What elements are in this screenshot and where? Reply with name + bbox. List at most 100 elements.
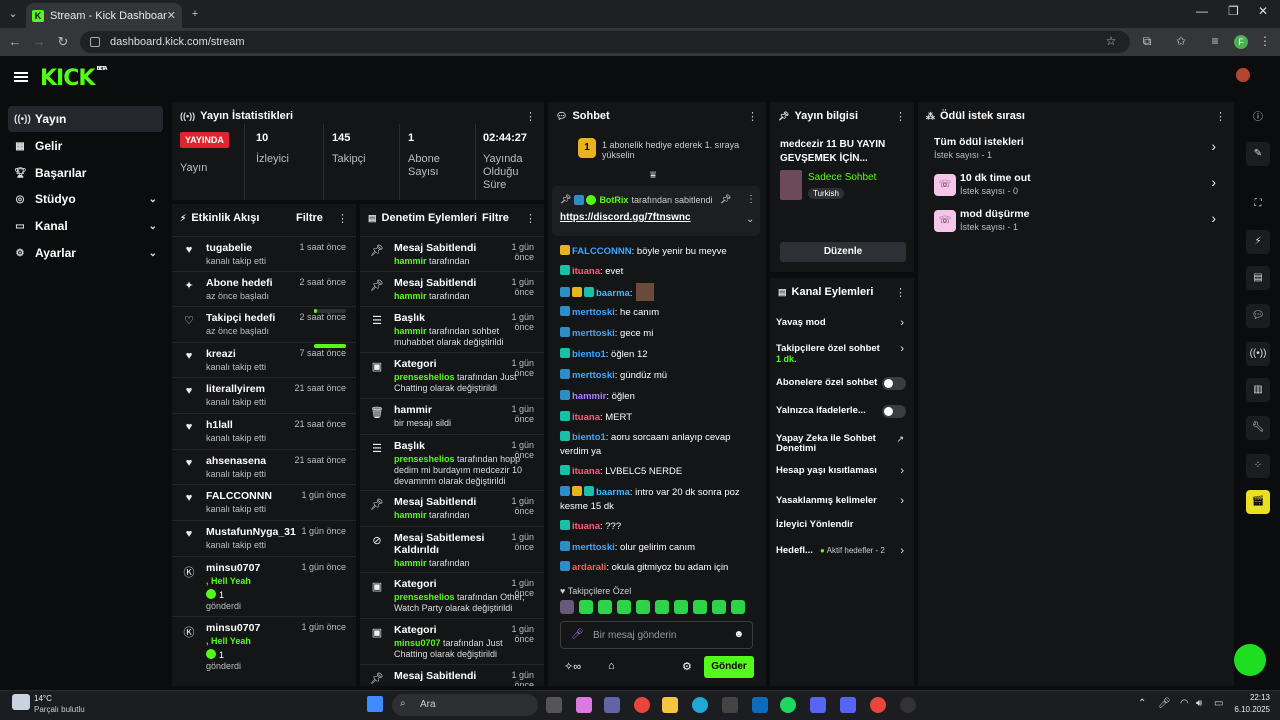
- chat-message[interactable]: baarma: intro var 20 dk sonra poz kesme …: [560, 486, 750, 514]
- emote-icon[interactable]: [712, 600, 726, 614]
- broadcast-icon[interactable]: ((•)): [1246, 342, 1270, 366]
- layout-icon[interactable]: ▥: [1246, 378, 1270, 402]
- chat-message[interactable]: ardarali: okula gitmiyoz bu adam için: [560, 561, 750, 575]
- chrome-icon[interactable]: [634, 697, 650, 713]
- sidebar-item-yayin[interactable]: ((•)) Yayın: [8, 106, 163, 132]
- obs-icon[interactable]: [900, 697, 916, 713]
- bolt-icon[interactable]: ⚡︎: [1246, 230, 1270, 254]
- filter-button[interactable]: Filtre: [482, 212, 509, 224]
- new-tab-icon[interactable]: +: [186, 6, 204, 22]
- floating-action-button[interactable]: [1234, 644, 1266, 676]
- emote-icon[interactable]: [617, 600, 631, 614]
- bookmark-star-icon[interactable]: ☆: [1102, 34, 1120, 48]
- more-options-icon[interactable]: ⋮: [337, 212, 348, 225]
- sidebar-item-ayarlar[interactable]: ⚙ Ayarlar ⌄: [8, 240, 163, 266]
- more-options-icon[interactable]: ⋮: [895, 110, 906, 123]
- clapper-icon[interactable]: 🎬︎: [1246, 490, 1270, 514]
- channel-action-item[interactable]: İzleyici Yönlendir: [770, 520, 914, 544]
- sidebar-item-basarilar[interactable]: 🏆︎ Başarılar: [8, 160, 163, 186]
- document-icon[interactable]: ▤: [1246, 266, 1270, 290]
- more-options-icon[interactable]: ⋮: [1215, 110, 1226, 123]
- forward-icon[interactable]: →: [30, 34, 48, 49]
- sidebar-item-kanal[interactable]: ▭ Kanal ⌄: [8, 213, 163, 239]
- emote-icon[interactable]: [693, 600, 707, 614]
- chat-message[interactable]: biento1: aoru sorcaanı anlayıp cevap ver…: [560, 431, 750, 459]
- toggle-switch[interactable]: [882, 377, 906, 390]
- volume-icon[interactable]: 🔊︎: [1196, 698, 1202, 709]
- reload-icon[interactable]: ↻: [54, 34, 72, 50]
- moderation-item[interactable]: 📌︎ Mesaj Sabitlendi 1 gün önce hammir taraf…: [360, 490, 544, 526]
- activity-item[interactable]: ♥ literallyirem 21 saat önce kanalı takip e…: [172, 377, 356, 413]
- moderation-item[interactable]: 📌︎ Mesaj Sabitlendi 1 gün önce hammir taraf…: [360, 271, 544, 306]
- microphone-icon[interactable]: 🎤︎: [571, 629, 584, 640]
- start-icon[interactable]: [367, 696, 383, 712]
- emote-icon[interactable]: [731, 600, 745, 614]
- emote-icon[interactable]: [655, 600, 669, 614]
- more-options-icon[interactable]: ⋮: [747, 110, 758, 123]
- minimize-icon[interactable]: —: [1196, 4, 1208, 18]
- moderation-item[interactable]: 🗑︎ hammir 1 gün önce bir mesajı sildi: [360, 398, 544, 434]
- hamburger-menu-icon[interactable]: [14, 72, 28, 82]
- moderation-item[interactable]: ☰ Başlık 1 gün önce prenseshelios tarafında…: [360, 434, 544, 490]
- site-info-icon[interactable]: [90, 37, 100, 47]
- kick-logo[interactable]: KICK BETA: [40, 66, 108, 91]
- moderation-item[interactable]: 📌︎ Mesaj Sabitlendi 1 gün önce: [360, 664, 544, 686]
- channel-action-item[interactable]: Hesap yaşı kısıtlaması ›: [770, 465, 914, 490]
- browser-tab[interactable]: K Stream - Kick Dashboard ✕: [26, 3, 182, 28]
- chat-message[interactable]: baarma:: [560, 283, 750, 301]
- moderation-item[interactable]: ⊘ Mesaj Sabitlemesi Kaldırıldı 1 gün önce h…: [360, 526, 544, 572]
- more-options-icon[interactable]: ⋮: [525, 212, 536, 225]
- spotify-icon[interactable]: [780, 697, 796, 713]
- activity-item[interactable]: ✦ Abone hedefi 2 saat önce az önce başladı: [172, 271, 356, 313]
- bits-icon[interactable]: ✧∞: [564, 660, 581, 673]
- favorites-icon[interactable]: ✩: [1172, 34, 1190, 48]
- microphone-icon[interactable]: 🎤︎: [1158, 698, 1171, 709]
- browser-menu-icon[interactable]: ⋮: [1256, 34, 1274, 48]
- taskbar-search[interactable]: Ara: [392, 694, 538, 716]
- info-icon[interactable]: ⓘ: [1246, 106, 1270, 130]
- tab-search-icon[interactable]: ⌄: [4, 6, 22, 22]
- chat-message[interactable]: hammir: öğlen: [560, 390, 750, 404]
- channel-action-item[interactable]: Yapay Zeka ile Sohbet Denetimi ↗: [770, 434, 914, 458]
- file-explorer-icon[interactable]: [662, 697, 678, 713]
- chat-message[interactable]: FALCCONNN: böyle yenir bu meyve: [560, 245, 750, 259]
- send-button[interactable]: Gönder: [704, 656, 754, 678]
- browser-profile-avatar[interactable]: F: [1234, 35, 1248, 49]
- chat-icon[interactable]: 💬︎: [1246, 304, 1270, 328]
- activity-item[interactable]: ♥ tugabelie 1 saat önce kanalı takip etti: [172, 236, 356, 271]
- reward-item[interactable]: ☏ 10 dk time out İstek sayısı - 0 ›: [918, 172, 1234, 202]
- extensions-icon[interactable]: ⧉: [1138, 34, 1156, 49]
- copilot-icon[interactable]: [576, 697, 592, 713]
- chat-settings-icon[interactable]: ⚙: [682, 660, 692, 673]
- close-window-icon[interactable]: ✕: [1258, 4, 1268, 18]
- pin-icon[interactable]: 📌︎: [720, 194, 731, 205]
- category-name[interactable]: Sadece Sohbet: [808, 172, 876, 183]
- toggle-switch[interactable]: [882, 405, 906, 418]
- channel-action-item[interactable]: Takipçilere özel sohbet 1 dk. ›: [770, 343, 914, 368]
- chat-message[interactable]: merttoski: gece mi: [560, 327, 750, 341]
- chat-message[interactable]: ituana: MERT: [560, 411, 750, 425]
- chat-message[interactable]: ituana: evet: [560, 265, 750, 279]
- channel-action-item[interactable]: Yalnızca ifadelerle...: [770, 405, 914, 430]
- channel-action-item[interactable]: Abonelere özel sohbet: [770, 377, 914, 402]
- emote-icon[interactable]: [579, 600, 593, 614]
- activity-item[interactable]: ♥ ahsenasena 21 saat önce kanalı takip etti: [172, 449, 356, 484]
- media-icon[interactable]: ≡: [1206, 34, 1224, 48]
- expand-icon[interactable]: ⛶: [1246, 192, 1270, 216]
- emote-icon[interactable]: [560, 600, 574, 614]
- pinned-link[interactable]: https://discord.gg/7ftnswnc: [560, 212, 691, 223]
- chat-message[interactable]: ituana: ???: [560, 520, 750, 534]
- activity-item[interactable]: ♡ Takipçi hedefi 2 saat önce az önce başlad…: [172, 306, 356, 348]
- chat-input[interactable]: 🎤︎ Bir mesaj gönderin ☻: [560, 621, 753, 649]
- discord-icon[interactable]: [840, 697, 856, 713]
- close-tab-icon[interactable]: ✕: [167, 9, 176, 22]
- clock-time[interactable]: 22:13: [1236, 693, 1270, 702]
- activity-item[interactable]: ♥ MustafunNyga_31 1 gün önce kanalı takip e…: [172, 520, 356, 556]
- url-field[interactable]: dashboard.kick.com/stream: [80, 31, 1130, 53]
- task-view-icon[interactable]: [546, 697, 562, 713]
- chat-message[interactable]: merttoski: gündüz mü: [560, 369, 750, 383]
- chevron-down-icon[interactable]: ⌄: [746, 214, 754, 225]
- store-icon[interactable]: ⌂: [608, 660, 615, 672]
- tray-chevron-icon[interactable]: ⌃: [1138, 698, 1146, 709]
- outlook-icon[interactable]: [752, 697, 768, 713]
